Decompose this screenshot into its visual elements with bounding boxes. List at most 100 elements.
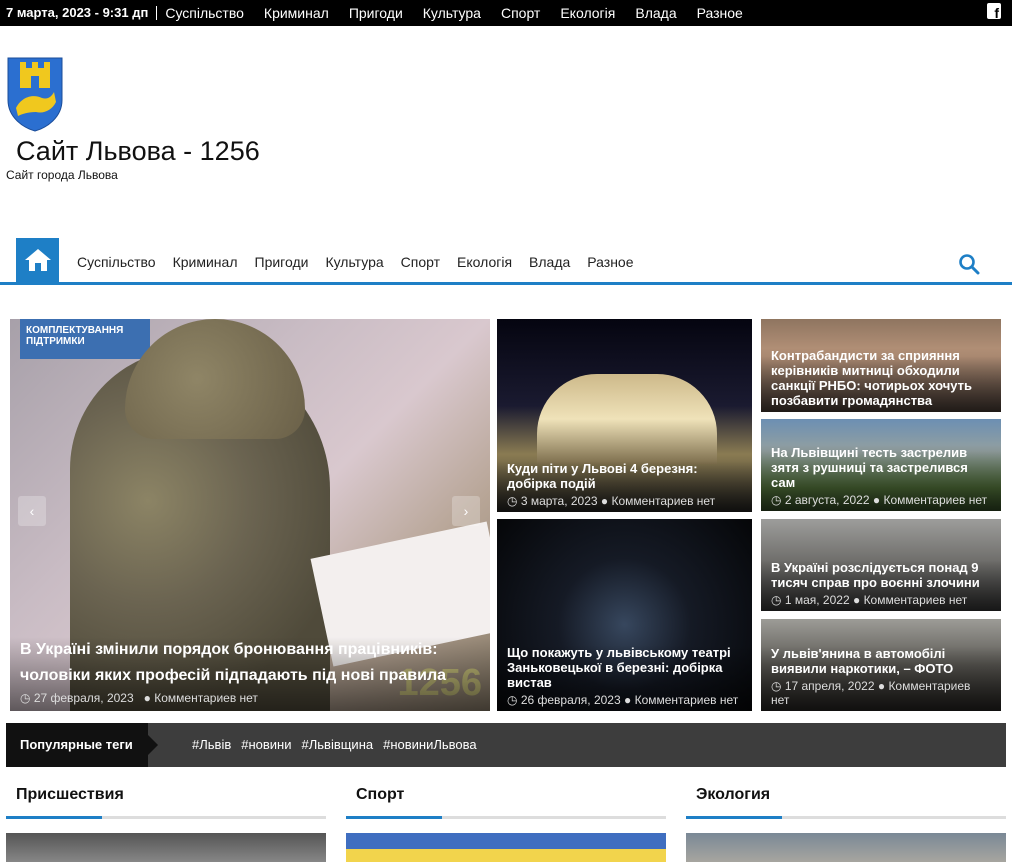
- slider-next-button[interactable]: ›: [452, 496, 480, 526]
- tile-meta: ◷ 26 февраля, 2023 ● Комментариев нет: [507, 693, 742, 707]
- clock-icon: ◷: [507, 494, 518, 508]
- news-tile[interactable]: На Львівщині тесть застрелив зятя з рушн…: [761, 419, 1001, 511]
- tile-caption: Куди піти у Львові 4 березня: добірка по…: [497, 461, 752, 512]
- home-icon: [24, 249, 51, 271]
- nav-item-kultura[interactable]: Культура: [325, 254, 383, 270]
- comment-icon: ●: [600, 494, 609, 508]
- nav-item-sport[interactable]: Спорт: [401, 254, 440, 270]
- top-menu: Суспільство Криминал Пригоди Культура Сп…: [165, 5, 763, 21]
- site-description: Сайт города Львова: [6, 168, 118, 182]
- tile-caption: Що покажуть у львівському театрі Заньков…: [497, 645, 752, 711]
- section-divider: [346, 816, 666, 819]
- top-link-prygody[interactable]: Пригоди: [349, 5, 403, 21]
- comment-icon: ●: [852, 593, 861, 607]
- home-button[interactable]: [16, 238, 59, 282]
- slider-meta: ◷ 27 февраля, 2023 ● Комментариев нет: [20, 691, 480, 705]
- tile-title[interactable]: Куди піти у Львові 4 березня: добірка по…: [507, 461, 742, 491]
- tile-title[interactable]: У львів'янина в автомобілі виявили нарко…: [771, 646, 991, 676]
- tile-caption: На Львівщині тесть застрелив зятя з рушн…: [761, 445, 1001, 511]
- news-tile[interactable]: Що покажуть у львівському театрі Заньков…: [497, 519, 752, 711]
- tag-link[interactable]: #новиниЛьвова: [383, 737, 477, 752]
- slider-prev-button[interactable]: ‹: [18, 496, 46, 526]
- top-link-suspilstvo[interactable]: Суспільство: [165, 5, 244, 21]
- tile-meta: ◷ 2 августа, 2022 ● Комментариев нет: [771, 493, 991, 507]
- top-link-raznoe[interactable]: Разное: [697, 5, 743, 21]
- top-link-ekologia[interactable]: Екологія: [560, 5, 615, 21]
- comment-icon: ●: [877, 679, 886, 693]
- section-incidents: Присшествия: [6, 786, 326, 862]
- opera-house-image: [537, 374, 717, 464]
- tile-comments[interactable]: Комментариев нет: [612, 494, 716, 508]
- tile-caption: В Україні розслідується понад 9 тисяч сп…: [761, 560, 1001, 611]
- clock-icon: ◷: [771, 593, 782, 607]
- section-image[interactable]: [6, 833, 326, 862]
- tile-meta: ◷ 17 апреля, 2022 ● Комментариев нет: [771, 679, 991, 707]
- tile-date: 17 апреля, 2022: [784, 679, 875, 693]
- nav-item-prygody[interactable]: Пригоди: [255, 254, 309, 270]
- section-image[interactable]: [686, 833, 1006, 862]
- tag-list: #Львів #новини #Львівщина #новиниЛьвова: [192, 737, 487, 752]
- tile-title[interactable]: В Україні розслідується понад 9 тисяч сп…: [771, 560, 991, 590]
- tile-date: 26 февраля, 2023: [520, 693, 621, 707]
- top-link-vlada[interactable]: Влада: [635, 5, 676, 21]
- current-date: 7 марта, 2023 - 9:31 дп: [0, 6, 158, 20]
- top-link-sport[interactable]: Спорт: [501, 5, 540, 21]
- section-divider: [686, 816, 1006, 819]
- clock-icon: ◷: [507, 693, 518, 707]
- popular-tags-label: Популярные теги: [6, 723, 158, 767]
- slider-date: 27 февраля, 2023: [33, 691, 134, 705]
- news-tile[interactable]: У львів'янина в автомобілі виявили нарко…: [761, 619, 1001, 711]
- section-title[interactable]: Спорт: [346, 786, 666, 816]
- tile-comments[interactable]: Комментариев нет: [635, 693, 739, 707]
- tag-link[interactable]: #Львів: [192, 737, 231, 752]
- office-sign: КОМПЛЕКТУВАННЯ ПІДТРИМКИ: [20, 319, 150, 359]
- clock-icon: ◷: [771, 493, 782, 507]
- news-tile[interactable]: В Україні розслідується понад 9 тисяч сп…: [761, 519, 1001, 611]
- tile-caption: У львів'янина в автомобілі виявили нарко…: [761, 646, 1001, 711]
- top-bar: 7 марта, 2023 - 9:31 дп Суспільство Крим…: [0, 0, 1012, 26]
- tile-comments[interactable]: Комментариев нет: [864, 593, 968, 607]
- clock-icon: ◷: [20, 691, 31, 705]
- tile-date: 1 мая, 2022: [784, 593, 850, 607]
- section-title[interactable]: Присшествия: [6, 786, 326, 816]
- nav-item-raznoe[interactable]: Разное: [587, 254, 633, 270]
- section-sport: Спорт: [346, 786, 666, 862]
- tag-link[interactable]: #Львівщина: [302, 737, 374, 752]
- tile-date: 3 марта, 2023: [520, 494, 598, 508]
- site-title[interactable]: Сайт Львова - 1256: [16, 136, 260, 167]
- lviv-coat-of-arms-icon[interactable]: [6, 56, 64, 132]
- nav-item-vlada[interactable]: Влада: [529, 254, 570, 270]
- section-divider: [6, 816, 326, 819]
- comment-icon: ●: [872, 493, 881, 507]
- nav-item-ekologia[interactable]: Екологія: [457, 254, 512, 270]
- tile-comments[interactable]: Комментариев нет: [883, 493, 987, 507]
- comment-icon: ●: [624, 693, 632, 707]
- clock-icon: ◷: [771, 679, 782, 693]
- section-title[interactable]: Экология: [686, 786, 1006, 816]
- slider-comments[interactable]: Комментариев нет: [154, 691, 258, 705]
- top-link-kriminal[interactable]: Криминал: [264, 5, 329, 21]
- nav-item-suspilstvo[interactable]: Суспільство: [77, 254, 156, 270]
- nav-item-kriminal[interactable]: Криминал: [173, 254, 238, 270]
- tile-caption: Контрабандисти за сприяння керівників ми…: [761, 348, 1001, 412]
- tile-title[interactable]: Що покажуть у львівському театрі Заньков…: [507, 645, 742, 690]
- comment-icon: ●: [143, 691, 151, 705]
- tag-link[interactable]: #новини: [241, 737, 291, 752]
- main-nav: Суспільство Криминал Пригоди Культура Сп…: [0, 238, 1012, 285]
- section-image[interactable]: [346, 833, 666, 862]
- facebook-icon[interactable]: f: [987, 3, 1001, 21]
- tile-title[interactable]: Контрабандисти за сприяння керівників ми…: [771, 348, 991, 408]
- popular-tags-bar: Популярные теги #Львів #новини #Львівщин…: [6, 723, 1006, 767]
- tile-title[interactable]: На Львівщині тесть застрелив зятя з рушн…: [771, 445, 991, 490]
- helmet-figure: [125, 319, 305, 439]
- tile-date: 2 августа, 2022: [784, 493, 870, 507]
- slider-title[interactable]: В Україні змінили порядок бронювання пра…: [20, 637, 480, 689]
- tile-meta: ◷ 1 мая, 2022 ● Комментариев нет: [771, 593, 991, 607]
- section-ecology: Экология: [686, 786, 1006, 862]
- search-icon[interactable]: [958, 253, 980, 275]
- news-tile[interactable]: Контрабандисти за сприяння керівників ми…: [761, 319, 1001, 412]
- news-tile[interactable]: Куди піти у Львові 4 березня: добірка по…: [497, 319, 752, 512]
- top-link-kultura[interactable]: Культура: [423, 5, 481, 21]
- slider-caption: В Україні змінили порядок бронювання пра…: [10, 637, 490, 711]
- featured-slider[interactable]: КОМПЛЕКТУВАННЯ ПІДТРИМКИ 1256 В Україні …: [10, 319, 490, 711]
